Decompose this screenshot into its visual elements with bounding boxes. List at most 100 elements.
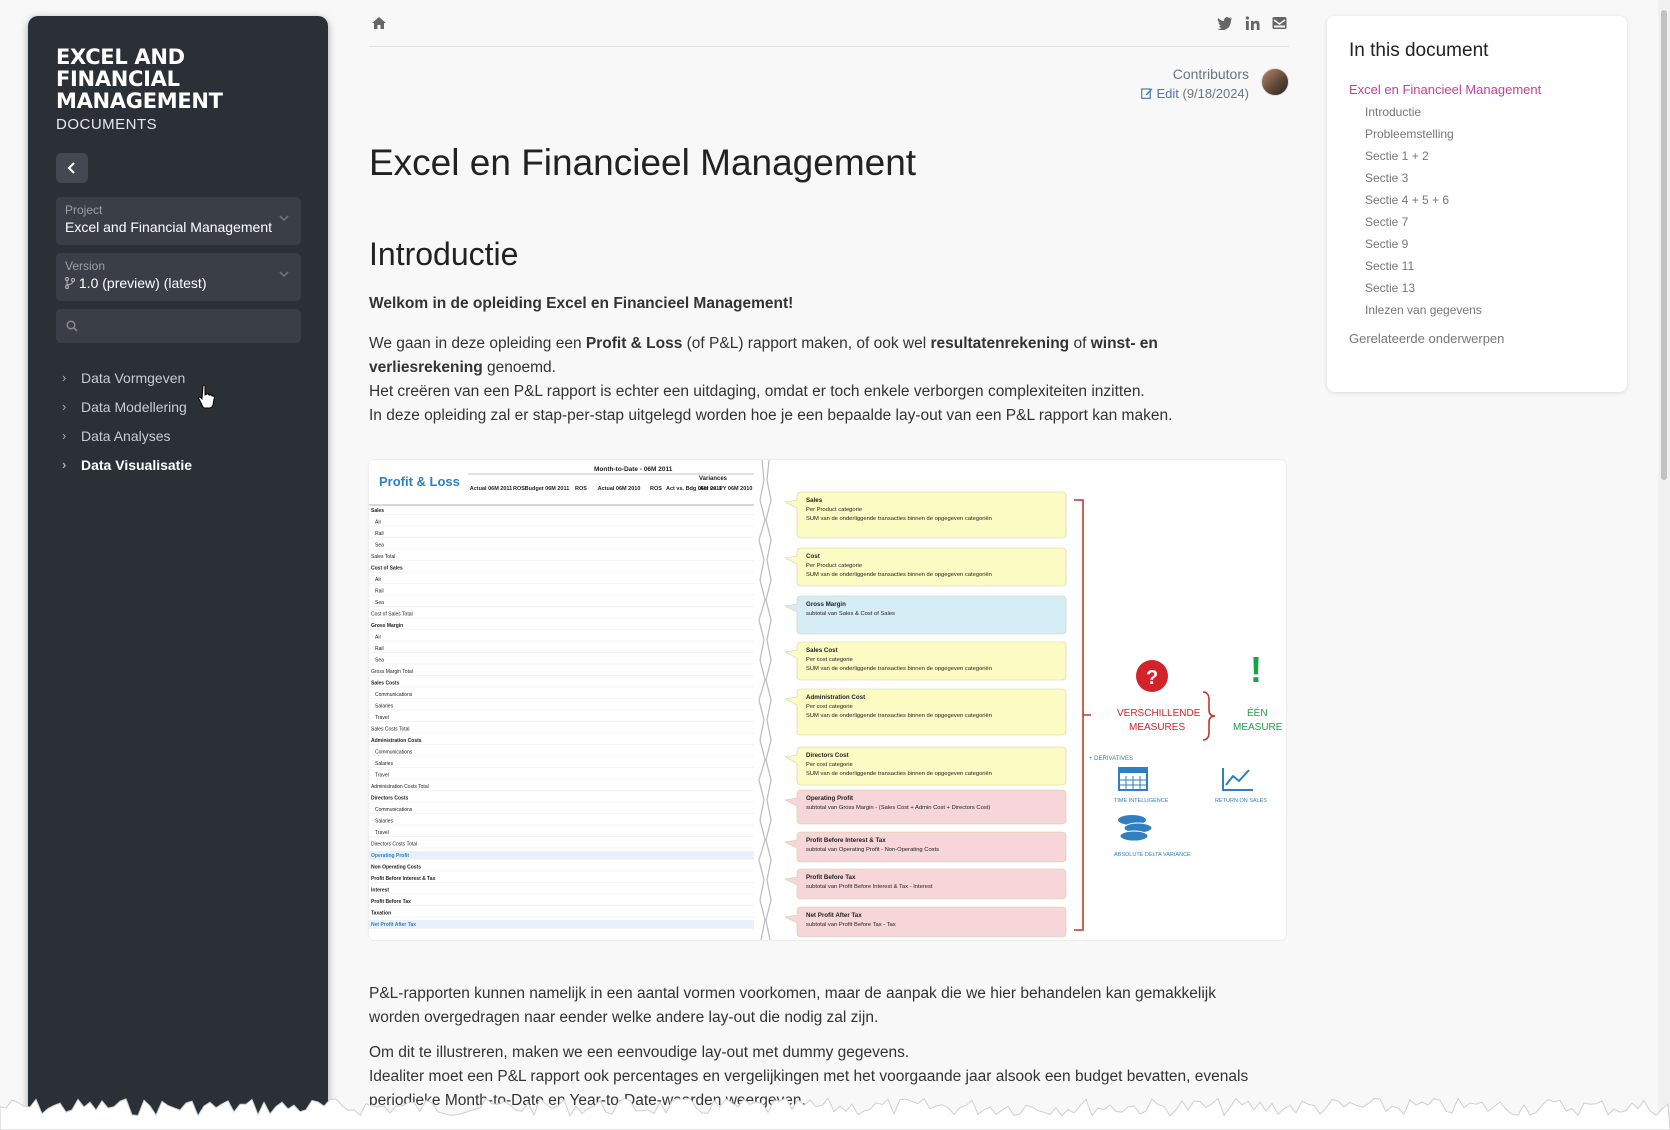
pl-col-header: ROS bbox=[513, 486, 525, 492]
red-bracket bbox=[1074, 499, 1091, 931]
pl-row-label: Sea bbox=[375, 658, 384, 664]
mail-icon[interactable] bbox=[1272, 16, 1287, 30]
toc-list: Excel en Financieel Management Introduct… bbox=[1349, 78, 1605, 321]
toc-item[interactable]: Sectie 7 bbox=[1349, 211, 1605, 233]
pl-row-label: Non Operating Costs bbox=[371, 865, 421, 871]
edit-label: Edit bbox=[1156, 86, 1179, 101]
edit-row: Edit (9/18/2024) bbox=[1140, 86, 1249, 101]
linkedin-icon[interactable] bbox=[1245, 16, 1260, 30]
toc-item[interactable]: Inlezen van gegevens bbox=[1349, 299, 1605, 321]
collapse-sidebar-button[interactable] bbox=[56, 153, 88, 183]
paragraph-illustrate-a: Om dit te illustreren, maken we een eenv… bbox=[369, 1044, 910, 1061]
chevron-right-icon: › bbox=[62, 457, 67, 472]
intro-text-a: We gaan in deze opleiding een bbox=[369, 335, 586, 352]
toc-item[interactable]: Introductie bbox=[1349, 101, 1605, 123]
toc-related-link[interactable]: Gerelateerde onderwerpen bbox=[1349, 331, 1605, 346]
pl-row-label: Communications bbox=[375, 692, 413, 698]
callout-line: SUM van de onderliggende transacties bin… bbox=[806, 771, 992, 777]
toc-item[interactable]: Sectie 13 bbox=[1349, 277, 1605, 299]
intro-text-d: resultatenrekening bbox=[930, 335, 1070, 352]
toc-item[interactable]: Sectie 4 + 5 + 6 bbox=[1349, 189, 1605, 211]
version-select[interactable]: Version 1.0 (preview) (latest) bbox=[56, 253, 301, 301]
callout-line: SUM van de onderliggende transacties bin… bbox=[806, 516, 992, 522]
table-of-contents: In this document Excel en Financieel Man… bbox=[1327, 16, 1627, 392]
nav-item-data-visualisatie[interactable]: › Data Visualisatie bbox=[56, 450, 300, 479]
toc-item[interactable]: Probleemstelling bbox=[1349, 123, 1605, 145]
project-select[interactable]: Project Excel and Financial Management bbox=[56, 197, 301, 245]
pl-row-label: Taxation bbox=[371, 911, 391, 917]
toc-item[interactable]: Sectie 3 bbox=[1349, 167, 1605, 189]
callout-box: Net Profit After Tax subtotal van Profit … bbox=[784, 906, 1067, 938]
pl-figure-image: Profit & Loss Month-to-Date - 06M 2011 V… bbox=[369, 460, 1286, 940]
pl-row-label: Sales Costs Total bbox=[371, 727, 410, 733]
page-scrollbar[interactable] bbox=[1658, 0, 1670, 1130]
pl-col-header: ROS bbox=[650, 486, 662, 492]
pl-row-label: Travel bbox=[375, 773, 389, 779]
nav-item-label: Data Analyses bbox=[81, 427, 171, 444]
question-glyph: ? bbox=[1146, 667, 1158, 689]
pl-col-header: Budget 06M 2011 bbox=[525, 486, 570, 492]
nav-item-data-vormgeven[interactable]: › Data Vormgeven bbox=[56, 363, 300, 392]
intro-paragraph: We gaan in deze opleiding een Profit & L… bbox=[369, 332, 1249, 428]
brand-title[interactable]: EXCEL AND FINANCIAL MANAGEMENT bbox=[56, 46, 306, 112]
contributors-label: Contributors bbox=[1172, 66, 1249, 82]
toc-item[interactable]: Sectie 11 bbox=[1349, 255, 1605, 277]
pl-row-label: Sales Costs bbox=[371, 681, 400, 687]
pl-row-label: Profit Before Interest & Tax bbox=[371, 876, 436, 882]
return-on-sales-label: RETURN ON SALES bbox=[1215, 798, 1267, 804]
pl-row-label: Rail bbox=[375, 646, 384, 652]
scrollbar-thumb[interactable] bbox=[1661, 10, 1667, 480]
callout-title: Gross Margin bbox=[806, 601, 846, 608]
intro-text-b: Profit & Loss bbox=[585, 335, 683, 352]
version-label: Version bbox=[65, 259, 106, 273]
version-row: 1.0 (preview) (latest) bbox=[65, 275, 292, 291]
toc-item-top[interactable]: Excel en Financieel Management bbox=[1349, 78, 1605, 100]
contributors-block: Contributors Edit (9/18/2024) bbox=[1140, 66, 1249, 101]
callout-line: subtotal van Profit Before Interest & Ta… bbox=[806, 884, 933, 890]
toc-item[interactable]: Sectie 1 + 2 bbox=[1349, 145, 1605, 167]
variances-header: Variances bbox=[699, 476, 728, 482]
nav-item-data-modellering[interactable]: › Data Modellering bbox=[56, 392, 300, 421]
callout-boxes: Sales Per Product categorie SUM van de ond… bbox=[784, 491, 1067, 938]
intro-text-g: genoemd. bbox=[482, 359, 556, 376]
callout-title: Net Profit After Tax bbox=[806, 912, 862, 919]
toc-item[interactable]: Sectie 9 bbox=[1349, 233, 1605, 255]
edit-link[interactable]: Edit bbox=[1140, 86, 1179, 101]
mtd-header: Month-to-Date - 06M 2011 bbox=[594, 466, 673, 473]
callout-title: Administration Cost bbox=[806, 694, 865, 701]
callout-title: Profit Before Interest & Tax bbox=[806, 837, 886, 844]
een-label: ÉÉN bbox=[1247, 706, 1268, 719]
calendar-icon bbox=[1118, 767, 1148, 791]
pl-row-label: Sales bbox=[371, 508, 384, 514]
callout-box: Sales Per Product categorie SUM van de ond… bbox=[784, 491, 1067, 539]
search-icon bbox=[66, 320, 78, 332]
callout-box: Profit Before Interest & Tax subtotal van… bbox=[784, 831, 1067, 863]
page-title: Excel en Financieel Management bbox=[369, 142, 917, 183]
pl-row-label: Administration Costs Total bbox=[371, 784, 429, 790]
home-icon[interactable] bbox=[371, 16, 387, 30]
back-chevron-icon bbox=[67, 162, 75, 174]
search-input[interactable] bbox=[56, 309, 301, 343]
page: EXCEL AND FINANCIAL MANAGEMENT DOCUMENTS… bbox=[0, 0, 1670, 1130]
pl-table-title: Profit & Loss bbox=[379, 474, 460, 489]
project-label: Project bbox=[65, 203, 103, 217]
contributor-avatar[interactable] bbox=[1261, 68, 1289, 96]
callout-box: Administration Cost Per cost categorie SUM… bbox=[784, 688, 1067, 736]
pl-row-label: Communications bbox=[375, 750, 413, 756]
pl-col-header: Actual 06M 2011 bbox=[470, 486, 513, 492]
coins-icon bbox=[1118, 815, 1153, 842]
callout-line: Per Product categorie bbox=[806, 563, 862, 569]
derivatives-label: + DERIVATIVES bbox=[1089, 756, 1133, 762]
callout-line: SUM van de onderliggende transacties bin… bbox=[806, 666, 992, 672]
pl-row-label: Sea bbox=[375, 600, 384, 606]
pl-row-label: Salaries bbox=[375, 704, 394, 710]
pl-row-label: Rail bbox=[375, 531, 384, 537]
callout-title: Profit Before Tax bbox=[806, 874, 856, 881]
pl-row-label: Sea bbox=[375, 543, 384, 549]
callout-line: subtotal van Gross Margin - (Sales Cost … bbox=[806, 805, 990, 811]
nav-item-data-analyses[interactable]: › Data Analyses bbox=[56, 421, 300, 450]
twitter-icon[interactable] bbox=[1217, 16, 1233, 30]
pl-row-label: Communications bbox=[375, 807, 413, 813]
brand-subtitle: DOCUMENTS bbox=[56, 116, 158, 133]
chevron-down-icon bbox=[279, 215, 289, 222]
